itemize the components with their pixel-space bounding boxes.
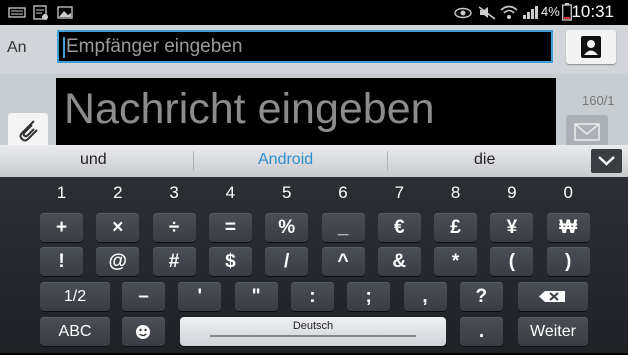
battery-percent: 4% [541,4,560,19]
key-symbol[interactable]: ( [490,247,534,276]
key-symbol[interactable]: = [208,213,252,242]
next-key[interactable]: Weiter [518,317,588,346]
suggestion-divider [387,151,388,171]
backspace-key[interactable] [518,282,588,311]
key-symbol[interactable]: € [377,213,421,242]
key-symbol[interactable]: * [434,247,478,276]
message-input[interactable]: Nachricht eingeben [56,78,556,145]
key-symbol[interactable]: ' [178,282,222,311]
key-9[interactable]: 9 [490,182,533,204]
key-symbol[interactable]: × [96,213,140,242]
message-notification-icon [33,5,48,20]
send-envelope-icon [574,123,600,141]
wifi-icon [500,5,518,19]
suggestion-bar: und Android die [0,145,628,177]
key-symbol[interactable]: , [403,282,447,311]
message-composer: An Empfänger eingeben Nachricht eingeben… [0,25,628,145]
text-caret [63,37,65,58]
collapse-keyboard-button[interactable] [591,149,622,173]
key-0[interactable]: 0 [547,182,590,204]
space-key[interactable]: Deutsch [180,317,446,346]
key-symbol[interactable]: ) [546,247,590,276]
period-key[interactable]: . [460,317,503,346]
key-3[interactable]: 3 [153,182,196,204]
contact-icon [581,36,601,58]
key-symbol[interactable]: £ [434,213,478,242]
space-language-label: Deutsch [292,320,334,332]
key-8[interactable]: 8 [434,182,477,204]
to-label: An [7,39,27,56]
key-6[interactable]: 6 [322,182,365,204]
message-row: Nachricht eingeben 160/1 [0,75,628,145]
key-symbol[interactable]: ; [347,282,391,311]
eye-icon [454,7,472,19]
page-toggle-key[interactable]: 1/2 [40,282,110,311]
backspace-icon [539,291,565,302]
recipient-row: An Empfänger eingeben [0,25,628,73]
signal-icon [523,6,538,19]
key-symbol[interactable]: – [122,282,165,311]
abc-key[interactable]: ABC [40,317,110,346]
key-symbol[interactable]: : [290,282,334,311]
paperclip-icon [19,120,38,142]
key-symbol[interactable]: ÷ [152,213,196,242]
key-7[interactable]: 7 [378,182,421,204]
key-symbol[interactable]: $ [208,247,252,276]
emoji-key[interactable] [122,317,165,346]
keyboard-notification-icon [8,7,26,18]
key-1[interactable]: 1 [40,182,83,204]
key-symbol[interactable]: # [152,247,196,276]
key-4[interactable]: 4 [209,182,252,204]
mute-icon [478,6,496,20]
key-5[interactable]: 5 [265,182,308,204]
key-symbol[interactable]: ? [459,282,503,311]
key-symbol[interactable]: " [234,282,278,311]
key-symbol[interactable]: & [377,247,421,276]
image-notification-icon [57,6,73,19]
key-2[interactable]: 2 [96,182,139,204]
suggestion-die[interactable]: die [474,151,495,169]
on-screen-keyboard: und Android die 1 2 3 4 5 6 7 8 9 0 + × ÷ =% _ € £ ¥ ₩! @ # $… [0,145,628,353]
suggestion-divider [193,151,194,171]
send-button[interactable] [566,115,608,145]
key-symbol[interactable]: % [265,213,309,242]
recipient-input[interactable]: Empfänger eingeben [57,30,553,63]
key-symbol[interactable]: / [265,247,309,276]
contacts-button[interactable] [566,30,616,64]
key-symbol[interactable]: ^ [321,247,365,276]
key-symbol[interactable]: _ [321,213,365,242]
key-symbol[interactable]: @ [96,247,140,276]
character-counter: 160/1 [582,93,615,108]
chevron-down-icon [598,156,615,166]
key-symbol[interactable]: ¥ [490,213,534,242]
clock: 10:31 [571,2,614,21]
space-indicator [210,335,416,337]
attach-button[interactable] [8,113,48,145]
message-placeholder: Nachricht eingeben [64,85,435,133]
suggestion-und[interactable]: und [80,151,107,169]
key-symbol[interactable]: ! [40,247,83,276]
suggestion-android[interactable]: Android [258,151,313,169]
recipient-placeholder: Empfänger eingeben [66,36,243,57]
smiley-icon [136,325,150,339]
key-symbol[interactable]: ₩ [546,213,590,242]
status-bar: 4% 10:31 [0,0,628,25]
key-symbol[interactable]: + [40,213,83,242]
